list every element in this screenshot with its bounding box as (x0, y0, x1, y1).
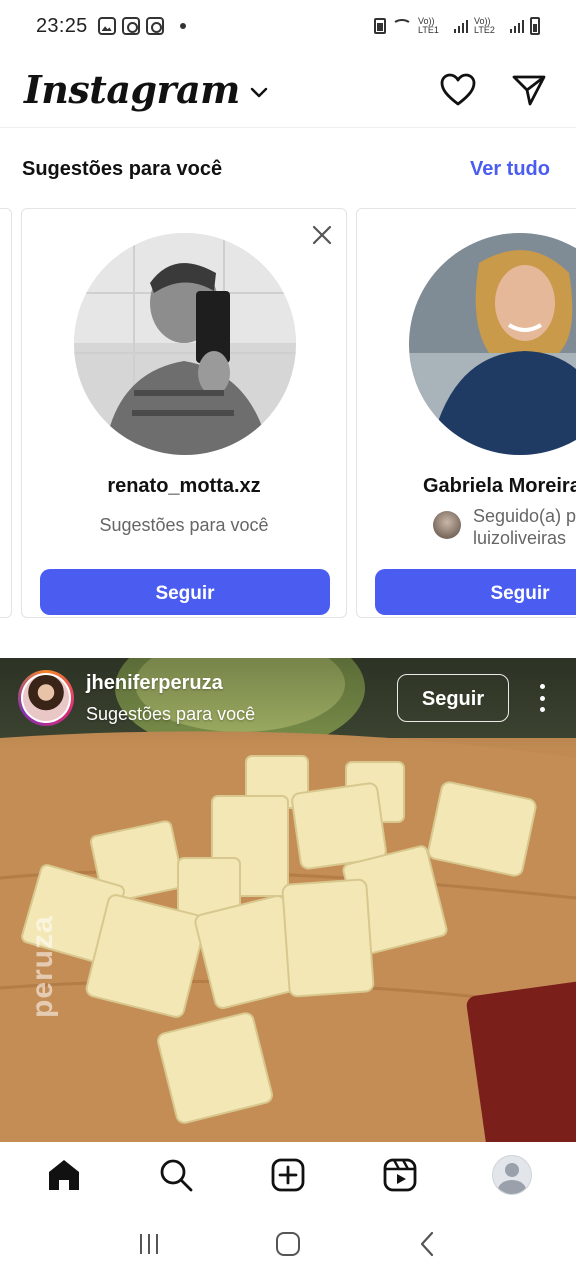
app-header: Instagram (0, 52, 576, 128)
suggested-user-avatar[interactable] (409, 233, 576, 455)
instagram-logo[interactable]: Instagram (24, 67, 240, 112)
nav-profile[interactable] (482, 1145, 542, 1205)
recent-apps-button[interactable] (129, 1224, 169, 1264)
battery-icon (530, 17, 540, 35)
chevron-down-icon[interactable] (250, 87, 268, 99)
mutual-followers: Seguido(a) p luizoliveiras (433, 505, 576, 549)
mutual-follower-avatar (433, 511, 461, 539)
suggestion-carousel[interactable]: renato_motta.xz Sugestões para você Segu… (0, 208, 576, 618)
suggestion-card[interactable]: Gabriela Moreira Seguido(a) p luizolivei… (356, 208, 576, 618)
gallery-notification-icon (97, 17, 116, 35)
search-icon[interactable] (159, 1158, 193, 1192)
home-circle-icon[interactable] (275, 1231, 301, 1257)
more-options-icon[interactable] (538, 684, 546, 712)
follow-button[interactable]: Seguir (375, 569, 576, 615)
signal-2-icon (510, 19, 524, 33)
network-2-label: Vo)) LTE2 (474, 16, 495, 35)
mutual-line-2: luizoliveiras (473, 528, 567, 548)
home-icon[interactable] (46, 1158, 82, 1192)
bottom-navigation (0, 1142, 576, 1208)
see-all-link[interactable]: Ver tudo (470, 158, 550, 181)
create-icon[interactable] (271, 1158, 305, 1192)
post-follow-button[interactable]: Seguir (397, 674, 509, 722)
back-icon[interactable] (418, 1231, 436, 1257)
header-actions (440, 73, 552, 107)
mutual-line-1: Seguido(a) p (473, 506, 576, 526)
suggestion-reason: Sugestões para você (99, 515, 269, 535)
status-time: 23:25 (36, 14, 88, 37)
suggested-username[interactable]: renato_motta.xz (22, 475, 346, 498)
wifi-icon (392, 19, 412, 33)
notification-icons (97, 17, 186, 35)
mutual-followers-text: Seguido(a) p luizoliveiras (473, 505, 576, 549)
reels-icon[interactable] (383, 1158, 417, 1192)
post-author-avatar[interactable] (18, 670, 74, 726)
suggestion-card[interactable]: renato_motta.xz Sugestões para você Segu… (21, 208, 347, 618)
signal-1-icon (454, 19, 468, 33)
suggested-user-avatar[interactable] (74, 233, 296, 455)
nav-reels[interactable] (370, 1145, 430, 1205)
status-bar: 23:25 Vo)) LTE1 Vo)) LTE2 (0, 0, 576, 52)
suggestions-header: Sugestões para você Ver tudo (22, 158, 550, 181)
instagram-notification-icon-2 (145, 17, 164, 35)
direct-message-icon[interactable] (512, 73, 546, 107)
suggestion-card-previous[interactable] (0, 208, 12, 618)
post-username[interactable]: jheniferperuza (86, 672, 223, 695)
instagram-notification-icon (121, 17, 140, 35)
suggestions-title: Sugestões para você (22, 158, 223, 180)
nav-create[interactable] (258, 1145, 318, 1205)
back-button[interactable] (407, 1224, 447, 1264)
nav-search[interactable] (146, 1145, 206, 1205)
home-button[interactable] (268, 1224, 308, 1264)
feed-post[interactable]: jheniferperuza Sugestões para você Segui… (0, 658, 576, 1142)
follow-button[interactable]: Seguir (40, 569, 330, 615)
recent-apps-icon[interactable] (137, 1233, 161, 1255)
profile-avatar[interactable] (492, 1155, 532, 1195)
battery-saver-icon (374, 18, 386, 34)
image-watermark: peruza (26, 915, 59, 1018)
more-notifications-dot (179, 23, 186, 29)
system-navigation-bar (0, 1208, 576, 1280)
system-indicators: Vo)) LTE1 Vo)) LTE2 (374, 17, 540, 35)
post-suggestion-label: Sugestões para você (86, 704, 256, 724)
heart-icon[interactable] (440, 73, 476, 107)
nav-home[interactable] (34, 1145, 94, 1205)
close-icon[interactable] (310, 223, 334, 247)
network-1-label: Vo)) LTE1 (418, 16, 439, 35)
suggested-username[interactable]: Gabriela Moreira (423, 475, 576, 498)
